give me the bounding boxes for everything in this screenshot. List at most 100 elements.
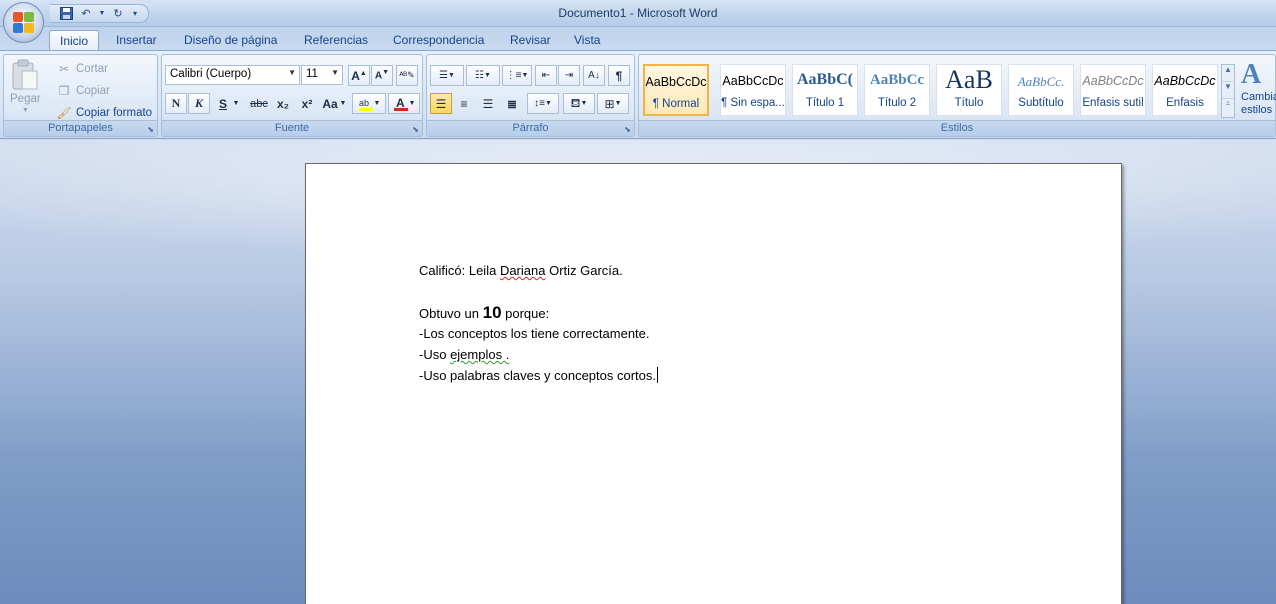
- style-name: Énfasis: [1166, 97, 1204, 109]
- spelling-error-word[interactable]: Dariana: [500, 263, 546, 278]
- style-subtitle[interactable]: AaBbCc. Subtítulo: [1008, 64, 1074, 116]
- decrease-indent-button[interactable]: ⇤: [535, 65, 557, 86]
- sort-button[interactable]: A↓: [583, 65, 605, 86]
- styles-gallery-scroll[interactable]: ▲ ▼ ⩡: [1221, 64, 1235, 118]
- line-spacing-icon: ↕≡: [534, 98, 545, 109]
- strikethrough-button[interactable]: abc: [248, 93, 270, 114]
- grow-font-icon: A▲: [351, 68, 367, 83]
- shrink-font-icon: A▼: [374, 69, 390, 82]
- align-center-button[interactable]: ≡: [453, 93, 475, 114]
- italic-button[interactable]: K: [188, 93, 210, 114]
- clipboard-launcher-icon[interactable]: ⬊: [147, 125, 154, 134]
- bullets-button[interactable]: ☰ ▼: [430, 65, 464, 86]
- paste-button[interactable]: Pegar ▼: [10, 59, 41, 114]
- clipboard-icon: [12, 59, 38, 90]
- style-name: ¶ Normal: [652, 98, 700, 110]
- style-sample: AaB: [945, 65, 993, 94]
- document-page[interactable]: Calificó: Leila Dariana Ortiz García. Ob…: [305, 163, 1122, 604]
- paragraph-group-label: Párrafo: [427, 120, 634, 136]
- copy-icon: ❐: [58, 84, 70, 98]
- tab-diseno-de-pagina[interactable]: Diseño de página: [174, 30, 287, 50]
- font-family-combo[interactable]: Calibri (Cuerpo) ▼: [165, 65, 300, 85]
- change-case-dropdown-icon[interactable]: ▼: [338, 93, 348, 114]
- document-body[interactable]: Calificó: Leila Dariana Ortiz García. Ob…: [419, 260, 658, 386]
- style-sample: AaBbCcDc: [1082, 74, 1144, 88]
- change-styles-button[interactable]: A Cambiar estilos: [1241, 59, 1276, 117]
- tab-insertar[interactable]: Insertar: [106, 30, 167, 50]
- align-left-button[interactable]: ☰: [430, 93, 452, 114]
- tab-vista[interactable]: Vista: [564, 30, 610, 50]
- shrink-font-button[interactable]: A▼: [371, 65, 393, 86]
- font-color-button[interactable]: A ▼: [388, 93, 420, 114]
- font-family-value: Calibri (Cuerpo): [170, 68, 252, 80]
- gallery-more-icon[interactable]: ⩡: [1222, 99, 1234, 116]
- font-group: Calibri (Cuerpo) ▼ 11 ▼ A▲ A▼ ᴬᴮ✎ N K S …: [161, 54, 423, 137]
- tab-inicio[interactable]: Inicio: [49, 30, 100, 50]
- tab-correspondencia[interactable]: Correspondencia: [383, 30, 494, 50]
- style-title[interactable]: AaB Título: [936, 64, 1002, 116]
- ribbon: Pegar ▼ ✂ Cortar ❐ Copiar 🖌 Copiar forma…: [0, 50, 1276, 139]
- styles-group: AaBbCcDc ¶ Normal AaBbCcDc ¶ Sin espa...…: [638, 54, 1276, 137]
- justify-button[interactable]: ≣: [501, 93, 523, 114]
- office-button[interactable]: [3, 2, 44, 43]
- justify-icon: ≣: [506, 96, 518, 111]
- style-emphasis[interactable]: AaBbCcDc Énfasis: [1152, 64, 1218, 116]
- bold-button[interactable]: N: [165, 93, 187, 114]
- format-painter-button[interactable]: 🖌 Copiar formato: [56, 105, 152, 121]
- font-size-combo[interactable]: 11 ▼: [301, 65, 343, 85]
- tab-referencias[interactable]: Referencias: [294, 30, 378, 50]
- line-spacing-button[interactable]: ↕≡ ▼: [527, 93, 559, 114]
- paragraph-group: ☰ ▼ ☷ ▼ ⋮≡ ▼ ⇤ ⇥ A↓ ¶ ☰ ≡ ☰ ≣ ↕≡ ▼ ⛾ ▼ ⊞ ▼ Pár…: [426, 54, 635, 137]
- scroll-down-icon[interactable]: ▼: [1222, 82, 1234, 99]
- doc-text: Ortiz García.: [545, 263, 623, 278]
- font-group-label: Fuente: [162, 120, 422, 136]
- chevron-down-icon: ▼: [288, 68, 296, 77]
- highlight-button[interactable]: ab ▼: [352, 93, 386, 114]
- copy-label: Copiar: [76, 85, 110, 97]
- shading-button[interactable]: ⛾ ▼: [563, 93, 595, 114]
- style-subtle-emphasis[interactable]: AaBbCcDc Énfasis sutil: [1080, 64, 1146, 116]
- grow-font-button[interactable]: A▲: [348, 65, 370, 86]
- chevron-down-icon: ▼: [408, 100, 416, 107]
- cut-button[interactable]: ✂ Cortar: [56, 61, 108, 77]
- increase-indent-icon: ⇥: [564, 70, 574, 81]
- grammar-error-phrase[interactable]: ejemplos .: [450, 347, 509, 362]
- doc-text: -Uso: [419, 347, 451, 362]
- paste-dropdown-icon: ▼: [21, 107, 29, 114]
- cut-label: Cortar: [76, 63, 108, 75]
- numbering-button[interactable]: ☷ ▼: [466, 65, 500, 86]
- style-heading-1[interactable]: AaBbC( Título 1: [792, 64, 858, 116]
- chevron-down-icon: ▼: [373, 100, 381, 107]
- document-area: Calificó: Leila Dariana Ortiz García. Ob…: [0, 140, 1276, 604]
- svg-text:A: A: [396, 96, 405, 110]
- font-size-value: 11: [306, 68, 318, 80]
- style-no-spacing[interactable]: AaBbCcDc ¶ Sin espa...: [720, 64, 786, 116]
- align-right-icon: ☰: [482, 96, 494, 111]
- superscript-button[interactable]: x²: [296, 93, 318, 114]
- style-heading-2[interactable]: AaBbCc Título 2: [864, 64, 930, 116]
- style-name: Título 1: [805, 97, 845, 109]
- underline-dropdown-icon[interactable]: ▼: [230, 93, 242, 114]
- tab-revisar[interactable]: Revisar: [500, 30, 561, 50]
- scissors-icon: ✂: [58, 62, 70, 76]
- decrease-indent-icon: ⇤: [541, 70, 551, 81]
- borders-button[interactable]: ⊞ ▼: [597, 93, 629, 114]
- increase-indent-button[interactable]: ⇥: [558, 65, 580, 86]
- font-color-icon: A: [393, 96, 408, 111]
- font-launcher-icon[interactable]: ⬊: [412, 125, 419, 134]
- copy-button[interactable]: ❐ Copiar: [56, 83, 110, 99]
- paragraph-launcher-icon[interactable]: ⬊: [624, 125, 631, 134]
- scroll-up-icon[interactable]: ▲: [1222, 65, 1234, 82]
- clear-formatting-button[interactable]: ᴬᴮ✎: [396, 65, 418, 86]
- change-styles-icon: A: [1241, 59, 1262, 90]
- paint-bucket-icon: ⛾: [570, 95, 581, 110]
- multilevel-list-button[interactable]: ⋮≡ ▼: [502, 65, 532, 86]
- show-formatting-button[interactable]: ¶: [608, 65, 630, 86]
- align-right-button[interactable]: ☰: [477, 93, 499, 114]
- subscript-button[interactable]: x₂: [272, 93, 294, 114]
- style-name: Título 2: [877, 97, 917, 109]
- numbering-icon: ☷: [475, 70, 485, 81]
- window-title: Documento1 - Microsoft Word: [558, 6, 718, 20]
- style-normal[interactable]: AaBbCcDc ¶ Normal: [643, 64, 709, 116]
- pilcrow-icon: ¶: [615, 68, 623, 83]
